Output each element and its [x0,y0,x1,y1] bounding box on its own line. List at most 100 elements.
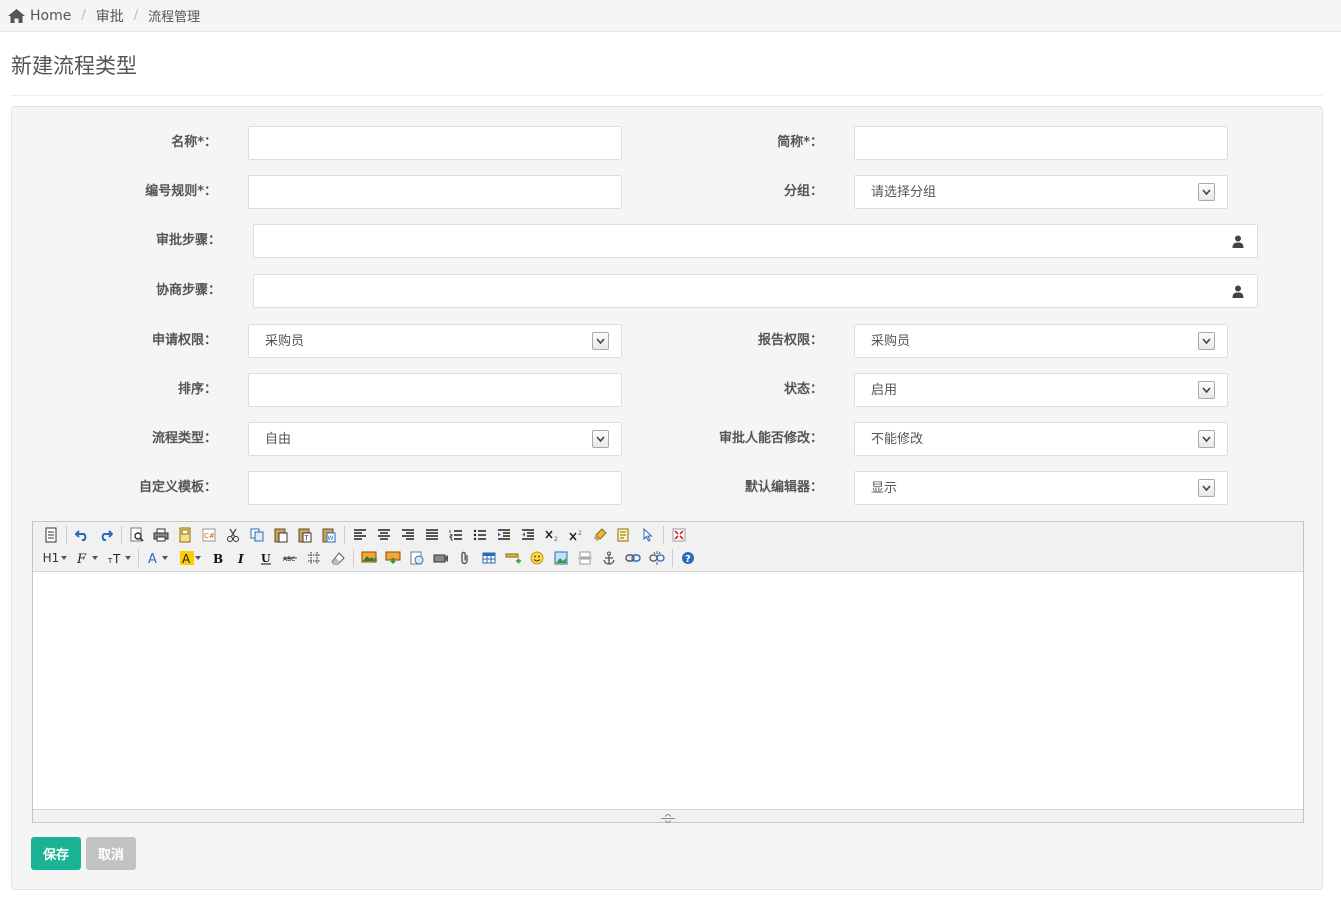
svg-text:F: F [77,552,87,564]
user-icon[interactable] [1232,235,1244,248]
approve-steps-label: 审批步骤： [155,233,221,248]
preview-icon[interactable] [127,525,147,545]
font-family-dropdown[interactable]: F [73,548,101,568]
smiley-icon[interactable] [527,548,547,568]
chevron-down-icon[interactable] [592,430,609,448]
apply-permission-select[interactable]: 采购员 [248,324,622,358]
link-icon[interactable] [623,548,643,568]
default-editor-value: 显示 [871,481,898,496]
user-icon[interactable] [1232,285,1244,298]
highlight-color-dropdown[interactable]: A [176,548,204,568]
breadcrumb-home-link[interactable]: Home [30,8,71,24]
approver-edit-select[interactable]: 不能修改 [854,422,1228,456]
subscript-icon[interactable]: 2 [542,525,562,545]
status-value: 启用 [871,383,898,398]
cancel-button[interactable]: 取消 [86,837,136,870]
insert-video-icon[interactable] [431,548,451,568]
ordered-list-icon[interactable] [446,525,466,545]
help-icon[interactable]: ? [678,548,698,568]
name-input[interactable] [248,126,622,160]
eraser-icon[interactable] [328,548,348,568]
paste-icon[interactable] [271,525,291,545]
undo-icon[interactable] [72,525,92,545]
apply-permission-value: 采购员 [265,334,305,349]
font-size-dropdown[interactable]: TT [105,548,133,568]
copy-icon[interactable] [247,525,267,545]
image-gallery-icon[interactable] [551,548,571,568]
svg-text:2: 2 [554,536,558,541]
redo-icon[interactable] [96,525,116,545]
chevron-down-icon[interactable] [592,332,609,350]
cut-icon[interactable] [223,525,243,545]
emotion-icon[interactable] [407,548,427,568]
insert-row-icon[interactable] [503,548,523,568]
svg-text:?: ? [685,554,691,565]
page-break-icon[interactable] [575,548,595,568]
strikethrough-icon[interactable]: ABC [280,548,300,568]
insert-image-icon[interactable] [359,548,379,568]
flow-type-select[interactable]: 自由 [248,422,622,456]
italic-icon[interactable]: I [232,548,252,568]
insert-multi-image-icon[interactable] [383,548,403,568]
paste-word-icon[interactable]: W [319,525,339,545]
report-permission-select[interactable]: 采购员 [854,324,1228,358]
font-color-dropdown[interactable]: A [144,548,172,568]
custom-template-input[interactable] [248,471,622,505]
toolbar-row-2: H1 F TT A A B I U ABC ? [41,548,702,568]
chevron-down-icon[interactable] [1198,332,1215,350]
editor-content-area[interactable] [33,572,1303,810]
outdent-icon[interactable] [518,525,538,545]
svg-text:C#: C# [204,532,215,540]
align-left-icon[interactable] [350,525,370,545]
paste-text-icon[interactable]: T [295,525,315,545]
select-all-icon[interactable] [614,525,634,545]
group-label: 分组： [783,184,823,199]
default-editor-select[interactable]: 显示 [854,471,1228,505]
toolbar-separator [663,526,664,544]
approve-steps-input[interactable] [253,224,1258,258]
resize-grip-icon[interactable] [661,812,675,827]
bold-icon[interactable]: B [208,548,228,568]
unordered-list-icon[interactable] [470,525,490,545]
report-permission-value: 采购员 [871,334,911,349]
consult-steps-input[interactable] [253,274,1258,308]
code-rule-input[interactable] [248,175,622,209]
save-button[interactable]: 保存 [31,837,81,870]
breadcrumb-approval-link[interactable]: 审批 [96,6,124,26]
indent-icon[interactable] [494,525,514,545]
heading-dropdown[interactable]: H1 [41,548,69,568]
align-justify-icon[interactable] [422,525,442,545]
sort-label: 排序： [177,382,217,397]
toolbar-row-1: C# T W 2 2 [41,525,693,545]
underline-icon[interactable]: U [256,548,276,568]
breadcrumb-current: 流程管理 [148,10,201,25]
align-right-icon[interactable] [398,525,418,545]
clear-format-icon[interactable] [590,525,610,545]
unlink-icon[interactable] [647,548,667,568]
chevron-down-icon[interactable] [1198,479,1215,497]
short-name-input[interactable] [854,126,1228,160]
chevron-down-icon[interactable] [1198,381,1215,399]
table-borders-icon[interactable] [304,548,324,568]
template-icon[interactable] [175,525,195,545]
align-center-icon[interactable] [374,525,394,545]
default-editor-label: 默认编辑器： [744,480,823,495]
title-divider [11,95,1323,96]
status-select[interactable]: 启用 [854,373,1228,407]
code-snippet-icon[interactable]: C# [199,525,219,545]
chevron-down-icon[interactable] [1198,183,1215,201]
chevron-down-icon[interactable] [1198,430,1215,448]
source-code-icon[interactable] [41,525,61,545]
sort-input[interactable] [248,373,622,407]
print-icon[interactable] [151,525,171,545]
cursor-icon[interactable] [638,525,658,545]
superscript-icon[interactable]: 2 [566,525,586,545]
editor-resize-bar[interactable] [33,809,1303,824]
insert-table-icon[interactable] [479,548,499,568]
home-icon[interactable] [8,8,25,23]
attachment-icon[interactable] [455,548,475,568]
group-select[interactable]: 请选择分组 [854,175,1228,209]
breadcrumb-separator: / [133,8,139,23]
fullscreen-icon[interactable] [669,525,689,545]
anchor-icon[interactable] [599,548,619,568]
